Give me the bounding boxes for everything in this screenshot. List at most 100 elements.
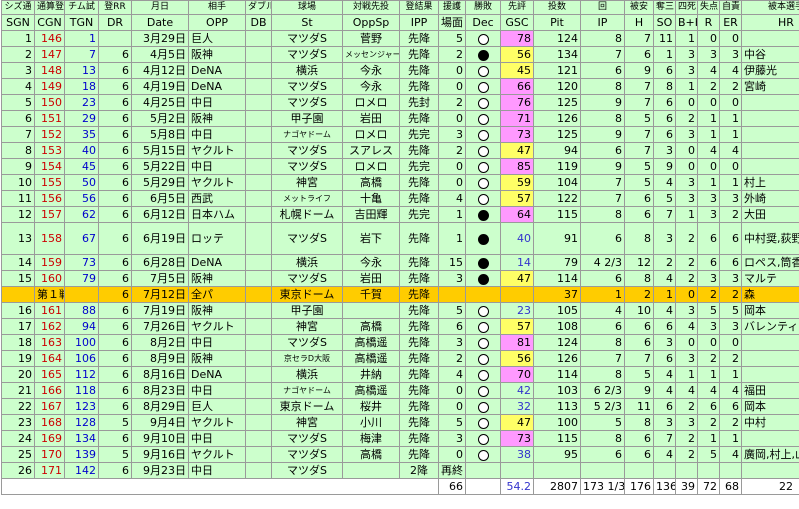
game-row: 6 151 29 6 5月2日 阪神 甲子園 岩田 先降 0 71 126 8 5 6 2 1 1 [1, 110, 799, 127]
cell-tgn: 29 [64, 110, 99, 127]
cell-hr: 中村奨,荻野 田村,レアード [741, 222, 799, 255]
cell-r: 2 [697, 414, 720, 431]
cell-cgn: 155 [34, 174, 65, 191]
cell-ip: 8 [580, 430, 625, 447]
cell-date: 9月16日 [131, 446, 189, 463]
cell-opp: ヤクルト [188, 174, 246, 191]
cell-hr [741, 30, 799, 47]
cell-ip: 5 2/3 [580, 398, 625, 415]
cell-dr: 6 [98, 270, 132, 287]
cell-h [624, 462, 654, 479]
cell-so: 3 [653, 142, 676, 159]
cell-sgn: 17 [1, 318, 35, 335]
no-decision-marker-icon [477, 385, 489, 397]
cell-dec [465, 302, 501, 319]
cell-tgn: 134 [64, 430, 99, 447]
cell-dr: 6 [98, 382, 132, 399]
cell-bb: 3 [675, 62, 698, 79]
header-dr: DR [98, 14, 132, 31]
cell-h: 6 [624, 446, 654, 463]
cell-st: メットライフ [271, 190, 343, 207]
cell-opp: DeNA [188, 254, 246, 271]
cell-run: 0 [438, 110, 466, 127]
cell-st: マツダS [271, 462, 343, 479]
cell-run: 0 [438, 62, 466, 79]
cell-h: 5 [624, 174, 654, 191]
cell-h: 9 [624, 382, 654, 399]
cell-so: 4 [653, 366, 676, 383]
cell-oppsp: 高橋 [342, 318, 400, 335]
cell-gsc [500, 286, 534, 303]
cell-dr: 6 [98, 286, 132, 303]
cell-oppsp: 高橋 [342, 446, 400, 463]
header-st: St [271, 14, 343, 31]
cell-sgn: 18 [1, 334, 35, 351]
game-row: 4 149 18 6 4月19日 DeNA マツダS 今永 先降 0 66 120 8 7 8 1 2 2 宮崎 [1, 78, 799, 95]
header-er: ER [719, 14, 742, 31]
cell-gsc: 59 [500, 174, 534, 191]
cell-ipp: 先降 [399, 446, 439, 463]
cell-cgn: 171 [34, 462, 65, 479]
cell-db [245, 46, 272, 63]
cell-pit: 114 [533, 270, 581, 287]
cell-sgn: 15 [1, 270, 35, 287]
cell-dec [465, 30, 501, 47]
cell-er: 0 [719, 158, 742, 175]
cell-pit [533, 462, 581, 479]
cell-cgn: 158 [34, 222, 65, 255]
cell-st: マツダS [271, 270, 343, 287]
cell-hr: 村上 [741, 174, 799, 191]
cell-r: 0 [697, 30, 720, 47]
cell-tgn: 23 [64, 94, 99, 111]
cell-date: 8月9日 [131, 350, 189, 367]
cell-er: 2 [719, 414, 742, 431]
cell-dr: 6 [98, 174, 132, 191]
cell-so: 4 [653, 302, 676, 319]
header-sgn-jp: シズ通 [1, 0, 35, 15]
cell-opp: 中日 [188, 126, 246, 143]
cell-cgn: 157 [34, 206, 65, 223]
cell-dr: 6 [98, 462, 132, 479]
cell-opp: 阪神 [188, 302, 246, 319]
cell-er: 6 [719, 398, 742, 415]
cell-opp: ヤクルト [188, 414, 246, 431]
cell-cgn: 147 [34, 46, 65, 63]
cell-date: 6月28日 [131, 254, 189, 271]
cell-pit: 134 [533, 46, 581, 63]
cell-ip [580, 462, 625, 479]
cell-oppsp: 今永 [342, 254, 400, 271]
cell-date: 4月19日 [131, 78, 189, 95]
no-decision-marker-icon [477, 193, 489, 205]
cell-er: 2 [719, 350, 742, 367]
cell-dr: 6 [98, 430, 132, 447]
cell-run: 6 [438, 318, 466, 335]
cell-cgn: 163 [34, 334, 65, 351]
cell-r: 3 [697, 270, 720, 287]
cell-bb: 2 [675, 430, 698, 447]
cell-oppsp [342, 302, 400, 319]
header-opp: OPP [188, 14, 246, 31]
cell-bb [675, 462, 698, 479]
game-row: 12 157 62 6 6月12日 日本ハム 札幌ドーム 吉田輝 先完 1 64 115 8 6 7 1 3 2 大… [1, 206, 799, 223]
header-cgn: CGN [34, 14, 65, 31]
cell-cgn: 168 [34, 414, 65, 431]
header-h-jp: 被安 [624, 0, 654, 15]
game-row: 26 171 142 6 9月23日 中日 マツダS 2降 再終 [1, 462, 799, 479]
cell-pit: 126 [533, 350, 581, 367]
cell-h: 6 [624, 46, 654, 63]
cell-opp: 日本ハム [188, 206, 246, 223]
cell-bb: 4 [675, 318, 698, 335]
win-marker-icon [477, 209, 489, 221]
cell-r: 5 [697, 446, 720, 463]
cell-r: 6 [697, 254, 720, 271]
cell-oppsp: 十亀 [342, 190, 400, 207]
cell-er: 4 [719, 142, 742, 159]
header-er-jp: 自責 [719, 0, 742, 15]
total-earned-runs: 68 [719, 478, 742, 495]
cell-run: 15 [438, 254, 466, 271]
game-row: 5 150 23 6 4月25日 中日 マツダS ロメロ 先封 2 76 125 9 7 6 0 0 0 [1, 94, 799, 111]
cell-bb: 2 [675, 222, 698, 255]
game-row: 3 148 13 6 4月12日 DeNA 横浜 今永 先降 0 45 121 6 9 6 3 4 4 伊藤光 [1, 62, 799, 79]
cell-so: 4 [653, 174, 676, 191]
cell-r: 1 [697, 366, 720, 383]
